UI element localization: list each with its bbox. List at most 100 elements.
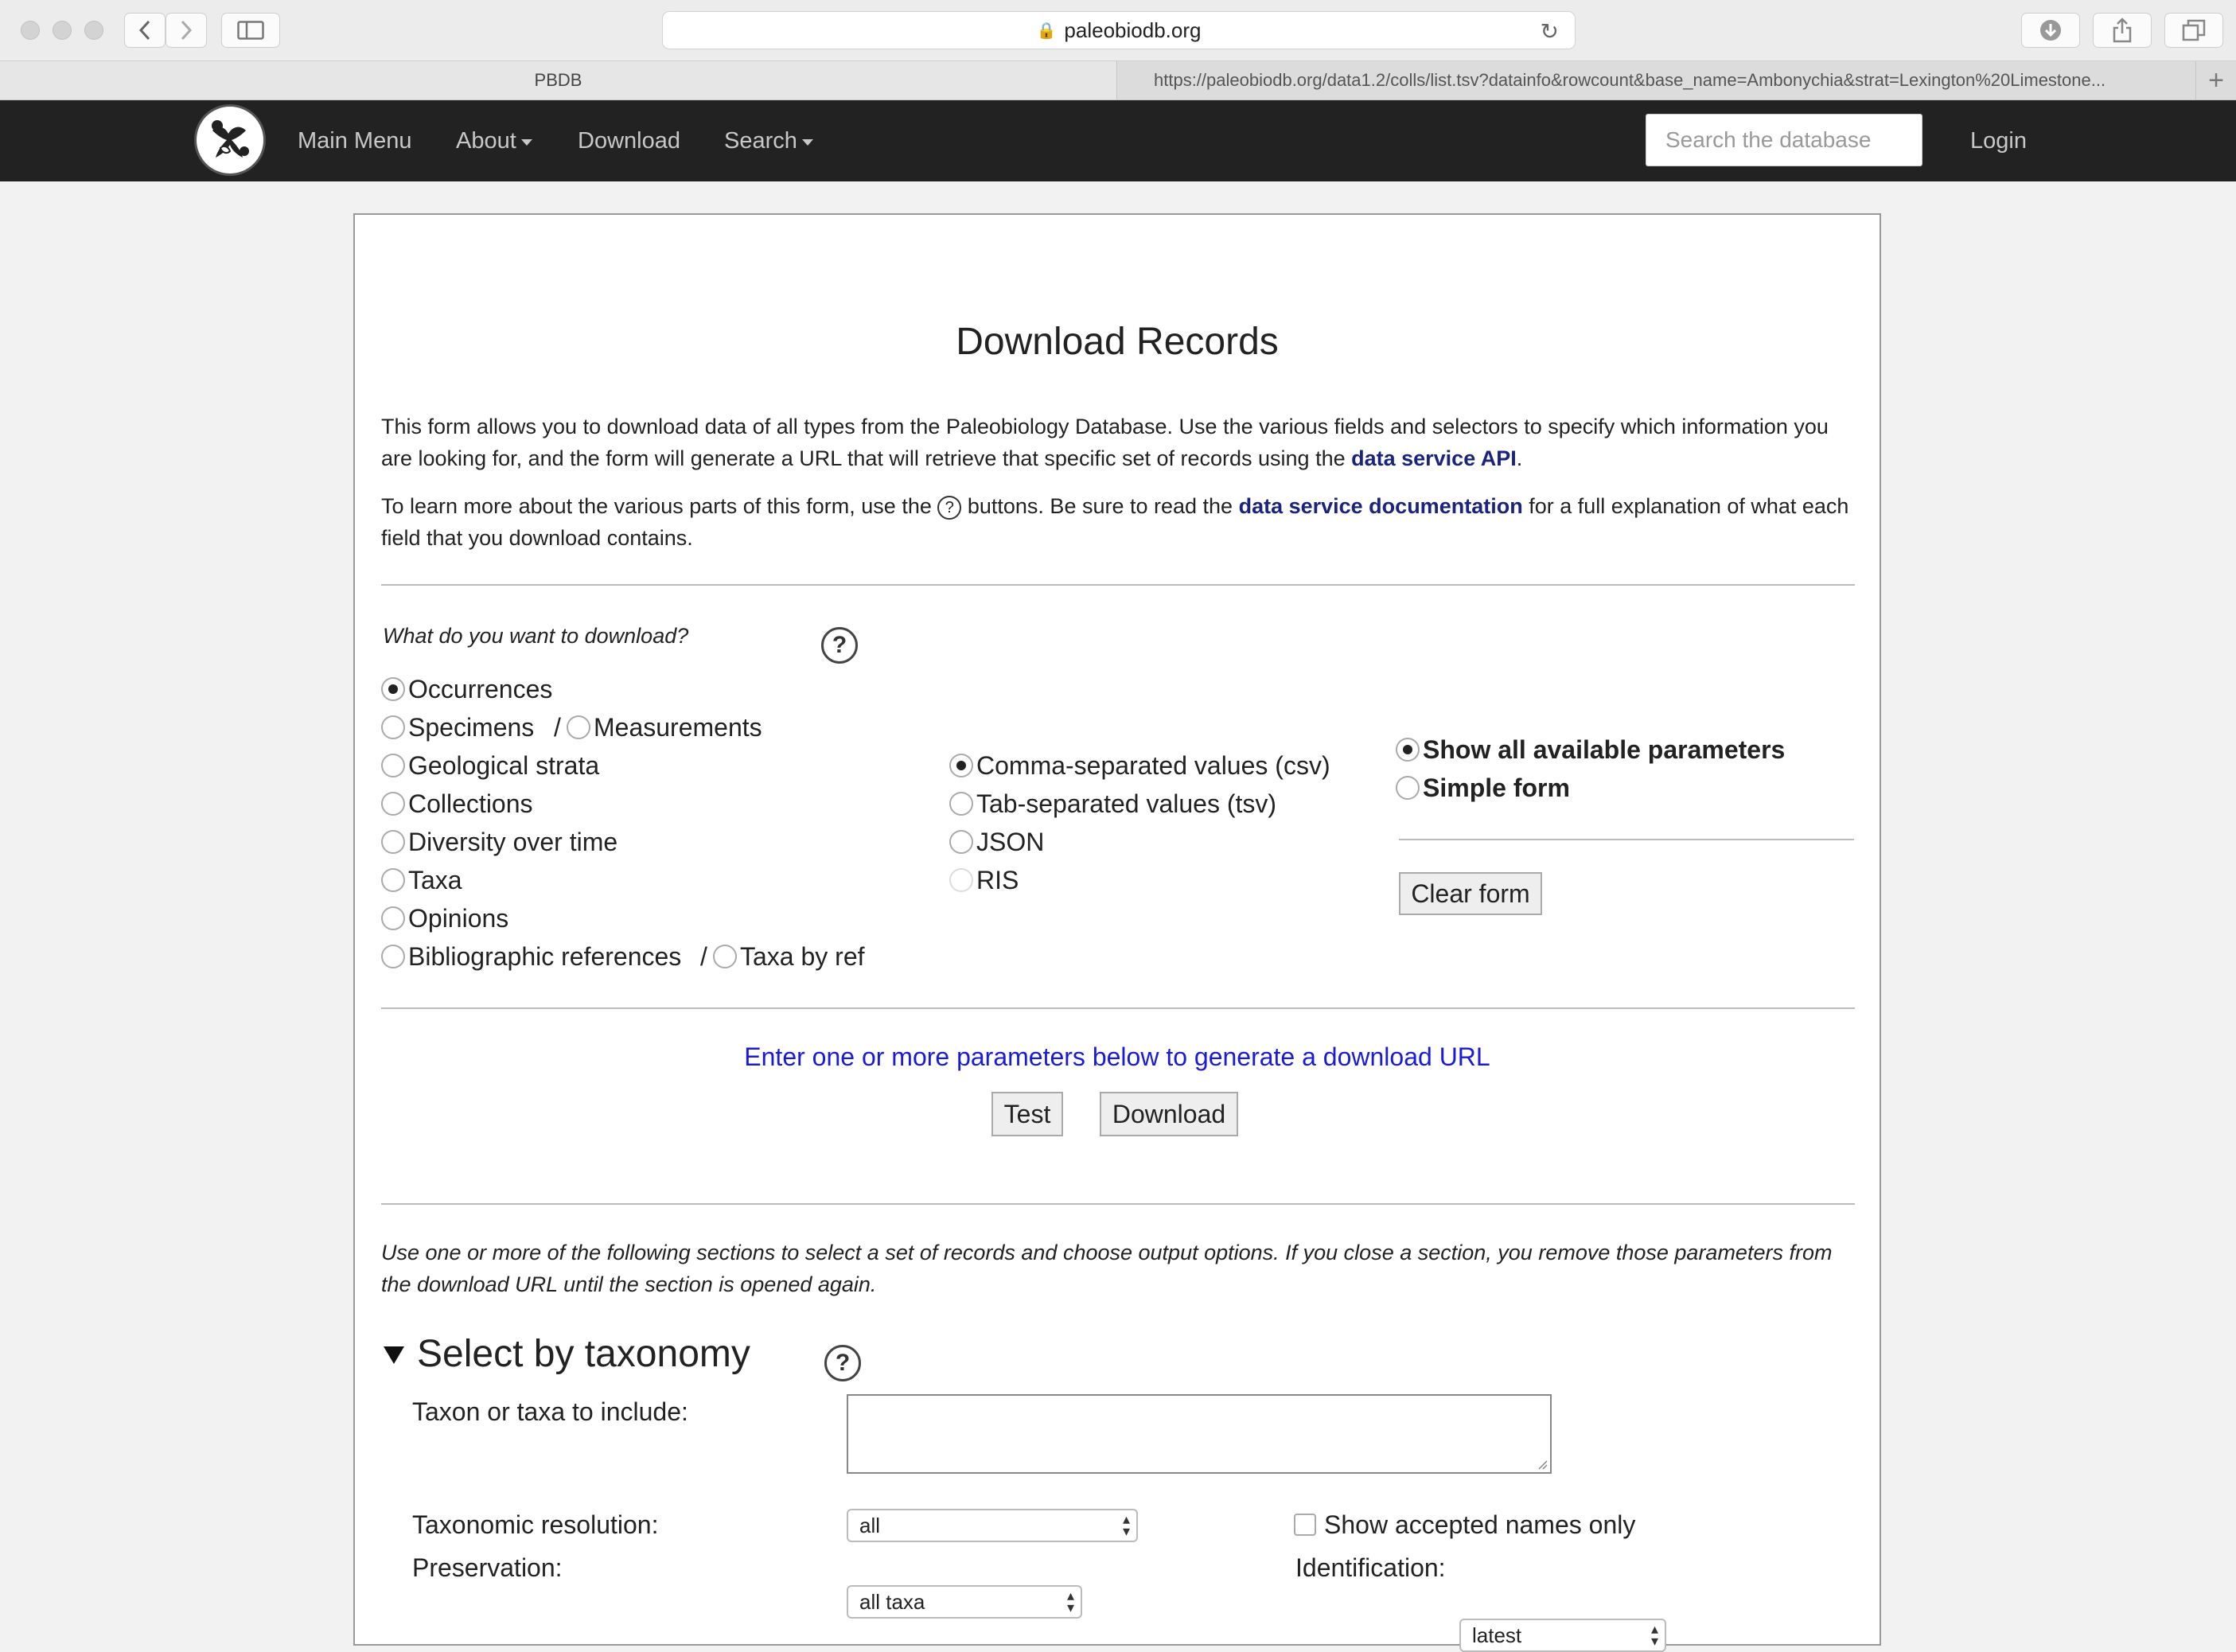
- share-button[interactable]: [2093, 13, 2152, 48]
- accepted-names-checkbox-option[interactable]: Show accepted names only: [1294, 1507, 1635, 1542]
- type-opinions-option[interactable]: Opinions: [381, 901, 508, 936]
- browser-toolbar: 🔒 paleobiodb.org ↻: [0, 0, 2236, 61]
- inline-help-icon: ?: [937, 495, 962, 520]
- mode-show-all-option[interactable]: Show all available parameters: [1396, 732, 1785, 767]
- type-opinions-label: Opinions: [408, 903, 509, 933]
- select-arrows-icon: ▴ ▾: [1066, 1588, 1074, 1615]
- radio-icon[interactable]: [949, 830, 973, 854]
- radio-icon[interactable]: [381, 906, 405, 930]
- radio-selected-icon[interactable]: [949, 754, 973, 777]
- divider: [381, 1007, 1855, 1009]
- resize-grip-icon[interactable]: [1537, 1459, 1548, 1471]
- downloads-button[interactable]: [2021, 13, 2080, 48]
- forward-button[interactable]: [166, 13, 207, 48]
- nav-about[interactable]: About: [456, 100, 532, 181]
- taxonomy-section-toggle[interactable]: Select by taxonomy: [382, 1332, 750, 1376]
- type-collections-label: Collections: [408, 789, 533, 818]
- data-service-api-link[interactable]: data service API: [1351, 446, 1517, 470]
- minimize-window-button[interactable]: [53, 21, 72, 40]
- type-diversity-option[interactable]: Diversity over time: [381, 824, 617, 859]
- radio-icon[interactable]: [381, 754, 405, 777]
- reload-icon[interactable]: ↻: [1541, 18, 1559, 45]
- download-arrow-icon: [2040, 20, 2061, 41]
- download-url-message: Enter one or more parameters below to ge…: [744, 1042, 1490, 1071]
- preservation-label: Preservation:: [412, 1553, 563, 1582]
- back-button[interactable]: [124, 13, 166, 48]
- sidebar-icon: [237, 21, 264, 40]
- radio-icon[interactable]: [381, 715, 405, 739]
- intro2-text: To learn more about the various parts of…: [381, 494, 938, 518]
- nav-search-label: Search: [724, 127, 797, 154]
- type-measurements-label: Measurements: [594, 712, 762, 742]
- pbdb-logo[interactable]: [194, 104, 266, 176]
- taxonomy-help-icon[interactable]: ?: [824, 1345, 861, 1381]
- radio-icon[interactable]: [381, 792, 405, 816]
- new-tab-button[interactable]: +: [2195, 61, 2236, 99]
- zoom-window-button[interactable]: [84, 21, 103, 40]
- radio-disabled-icon[interactable]: [949, 868, 973, 892]
- share-icon: [2113, 18, 2132, 43]
- preservation-value: all taxa: [859, 1589, 925, 1614]
- chevron-left-icon: [138, 20, 150, 41]
- format-ris-option[interactable]: RIS: [949, 863, 1019, 898]
- identification-value: latest: [1472, 1623, 1522, 1647]
- taxa-include-textarea[interactable]: [847, 1394, 1552, 1474]
- sidebar-button[interactable]: [221, 13, 280, 48]
- data-service-documentation-link[interactable]: data service documentation: [1239, 494, 1523, 518]
- login-link[interactable]: Login: [1970, 100, 2027, 181]
- radio-icon[interactable]: [381, 868, 405, 892]
- taxonomic-resolution-select[interactable]: all ▴ ▾: [847, 1509, 1138, 1542]
- radio-icon[interactable]: [381, 830, 405, 854]
- tab-overview-button[interactable]: [2164, 13, 2223, 48]
- download-type-help-icon[interactable]: ?: [821, 627, 858, 664]
- type-taxa-option[interactable]: Taxa: [381, 863, 462, 898]
- divider: [381, 1203, 1855, 1205]
- chevron-right-icon: [181, 20, 193, 41]
- type-taxa-label: Taxa: [408, 865, 462, 894]
- type-taxa-by-ref-option[interactable]: Taxa by ref: [713, 939, 865, 974]
- test-button[interactable]: Test: [991, 1092, 1063, 1136]
- format-tsv-label: Tab-separated values (tsv): [976, 789, 1277, 818]
- type-occurrences-option[interactable]: Occurrences: [381, 672, 552, 707]
- divider: [1399, 839, 1854, 840]
- radio-selected-icon[interactable]: [1396, 738, 1420, 762]
- format-ris-label: RIS: [976, 865, 1019, 894]
- pbdb-logo-icon: [212, 120, 249, 158]
- radio-icon[interactable]: [949, 792, 973, 816]
- radio-icon[interactable]: [713, 945, 737, 968]
- type-specimens-option[interactable]: Specimens: [381, 710, 534, 745]
- clear-form-button[interactable]: Clear form: [1399, 872, 1542, 915]
- format-csv-option[interactable]: Comma-separated values (csv): [949, 748, 1330, 783]
- nav-main-menu[interactable]: Main Menu: [298, 100, 411, 181]
- mode-show-all-label: Show all available parameters: [1423, 734, 1786, 764]
- database-search-input[interactable]: [1646, 114, 1922, 166]
- taxonomic-resolution-label: Taxonomic resolution:: [412, 1510, 659, 1539]
- format-tsv-option[interactable]: Tab-separated values (tsv): [949, 786, 1276, 821]
- mode-simple-option[interactable]: Simple form: [1396, 770, 1570, 805]
- accepted-names-label: Show accepted names only: [1324, 1510, 1636, 1539]
- nav-search[interactable]: Search: [724, 100, 813, 181]
- identification-label: Identification:: [1295, 1553, 1446, 1582]
- radio-icon[interactable]: [567, 715, 590, 739]
- identification-select[interactable]: latest ▴ ▾: [1459, 1619, 1666, 1652]
- tab-pbdb[interactable]: PBDB: [0, 61, 1117, 99]
- radio-icon[interactable]: [381, 945, 405, 968]
- type-references-option[interactable]: Bibliographic references: [381, 939, 681, 974]
- type-strata-option[interactable]: Geological strata: [381, 748, 599, 783]
- type-collections-option[interactable]: Collections: [381, 786, 533, 821]
- type-slash: /: [554, 712, 561, 742]
- download-button[interactable]: Download: [1100, 1092, 1238, 1136]
- divider: [381, 584, 1855, 586]
- intro2-text-b: buttons. Be sure to read the: [961, 494, 1239, 518]
- radio-icon[interactable]: [1396, 776, 1420, 800]
- taxa-include-label: Taxon or taxa to include:: [412, 1397, 688, 1426]
- address-bar[interactable]: 🔒 paleobiodb.org ↻: [662, 11, 1576, 49]
- close-window-button[interactable]: [21, 21, 40, 40]
- checkbox-icon[interactable]: [1294, 1514, 1316, 1536]
- radio-selected-icon[interactable]: [381, 677, 405, 701]
- type-measurements-option[interactable]: Measurements: [567, 710, 762, 745]
- nav-download[interactable]: Download: [578, 100, 680, 181]
- format-json-option[interactable]: JSON: [949, 824, 1044, 859]
- preservation-select[interactable]: all taxa ▴ ▾: [847, 1585, 1082, 1619]
- tab-download-url[interactable]: https://paleobiodb.org/data1.2/colls/lis…: [1117, 61, 2196, 99]
